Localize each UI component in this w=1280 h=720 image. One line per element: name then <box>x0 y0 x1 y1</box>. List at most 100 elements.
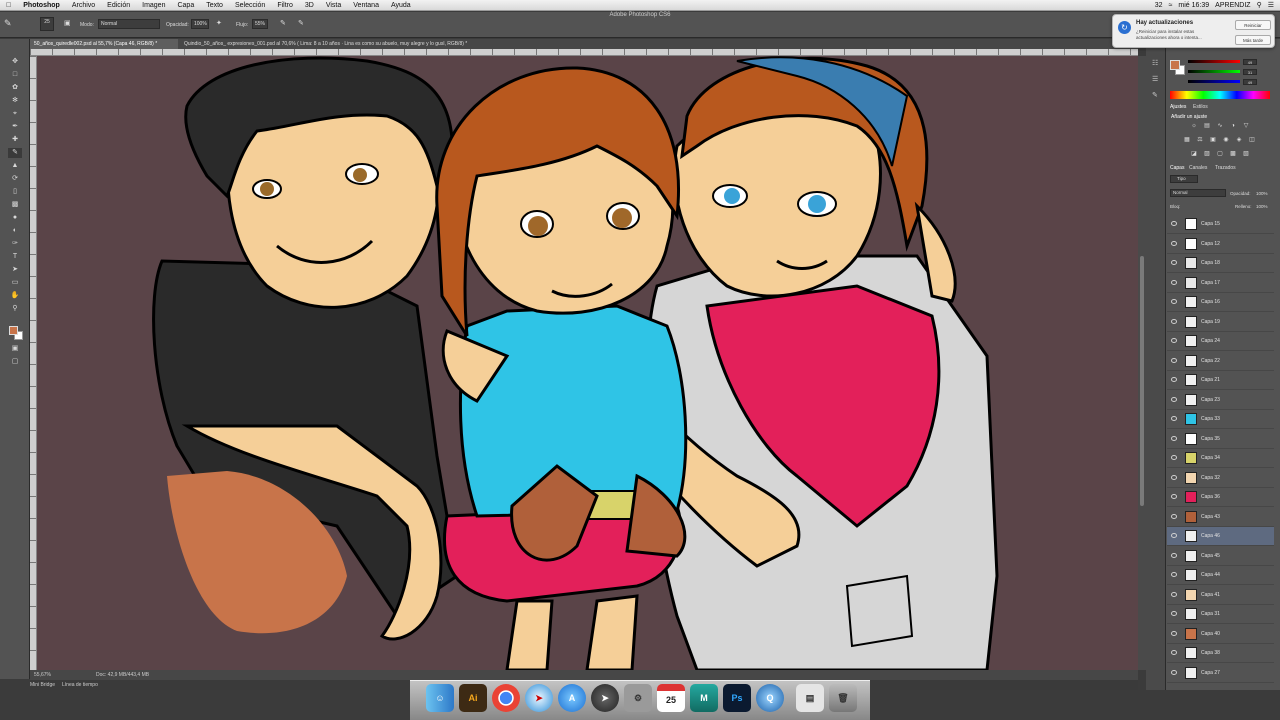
quicktime-icon[interactable]: Q <box>756 684 784 712</box>
doc-tab-2[interactable]: Quindio_50_años_ expresiones_001.psd al … <box>180 39 540 49</box>
layer-name[interactable]: Capa 16 <box>1201 299 1220 305</box>
eye-icon[interactable] <box>1171 630 1177 636</box>
tab-trazados[interactable]: Trazados <box>1215 165 1236 171</box>
gradient-tool-icon[interactable]: ▩ <box>8 200 22 210</box>
brightness-adjust-icon[interactable]: ☼ <box>1190 122 1198 130</box>
eye-icon[interactable] <box>1171 357 1177 363</box>
safari-icon[interactable]: ➤ <box>525 684 553 712</box>
layer-opacity-value[interactable]: 100% <box>1256 191 1268 196</box>
layer-row[interactable]: Capa 46 <box>1167 527 1274 546</box>
eye-icon[interactable] <box>1171 240 1177 246</box>
layer-filter-select[interactable]: Tipo <box>1170 175 1198 183</box>
mode-select[interactable]: Normal <box>98 19 160 29</box>
later-button[interactable]: Más tarde <box>1235 35 1271 45</box>
layer-name[interactable]: Capa 44 <box>1201 572 1220 578</box>
eye-icon[interactable] <box>1171 611 1177 616</box>
tab-capas[interactable]: Capas <box>1170 165 1184 171</box>
tab-canales[interactable]: Canales <box>1189 165 1207 171</box>
app-store-icon[interactable]: A <box>558 684 586 712</box>
brush-preset-picker[interactable]: 25 <box>40 17 54 31</box>
brush-panel-icon[interactable]: ▣ <box>64 19 74 29</box>
eye-icon[interactable] <box>1171 650 1177 655</box>
layer-name[interactable]: Capa 36 <box>1201 494 1220 500</box>
eye-icon[interactable] <box>1171 591 1177 597</box>
eye-icon[interactable] <box>1171 396 1177 402</box>
tab-timeline[interactable]: Línea de tiempo <box>62 682 98 688</box>
exposure-adjust-icon[interactable]: ◑ <box>1229 122 1237 130</box>
healing-tool-icon[interactable]: ✚ <box>8 135 22 145</box>
eye-icon[interactable] <box>1171 494 1177 499</box>
layer-row[interactable]: Capa 21 <box>1167 371 1274 390</box>
invert-adjust-icon[interactable]: ◪ <box>1190 150 1198 158</box>
layer-name[interactable]: Capa 17 <box>1201 280 1220 286</box>
airbrush-icon[interactable]: ✎ <box>280 19 290 29</box>
pressure-opacity-icon[interactable]: ✦ <box>216 19 226 29</box>
brush-tool-icon[interactable]: ✎ <box>4 18 16 30</box>
eye-icon[interactable] <box>1171 572 1177 577</box>
trash-icon[interactable]: 🗑 <box>829 684 857 712</box>
layer-name[interactable]: Capa 21 <box>1201 377 1220 383</box>
layer-row[interactable]: Capa 38 <box>1167 644 1274 663</box>
calendar-icon[interactable]: 25 <box>657 684 685 712</box>
launchpad-icon[interactable]: ➤ <box>591 684 619 712</box>
channel-mixer-adjust-icon[interactable]: ◈ <box>1235 136 1243 144</box>
layer-name[interactable]: Capa 22 <box>1201 358 1220 364</box>
bw-adjust-icon[interactable]: ▣ <box>1209 136 1217 144</box>
layer-name[interactable]: Capa 12 <box>1201 241 1220 247</box>
eye-icon[interactable] <box>1171 474 1177 480</box>
menu-filtro[interactable]: Filtro <box>271 2 299 9</box>
layer-row[interactable]: Capa 31 <box>1167 605 1274 624</box>
clock[interactable]: mié 16:39 <box>1178 2 1209 9</box>
type-tool-icon[interactable]: T <box>8 252 22 262</box>
crop-tool-icon[interactable]: ⌖ <box>8 109 22 119</box>
search-icon[interactable]: ⚲ <box>1257 1 1262 9</box>
layer-row[interactable]: Capa 18 <box>1167 254 1274 273</box>
history-panel-icon[interactable]: ☷ <box>1152 59 1160 67</box>
hand-tool-icon[interactable]: ✋ <box>8 291 22 301</box>
photoshop-icon[interactable]: Ps <box>723 684 751 712</box>
layer-row[interactable]: Capa 24 <box>1167 332 1274 351</box>
blur-tool-icon[interactable]: ● <box>8 213 22 223</box>
path-select-tool-icon[interactable]: ➤ <box>8 265 22 275</box>
layer-name[interactable]: Capa 33 <box>1201 416 1220 422</box>
layer-name[interactable]: Capa 24 <box>1201 338 1220 344</box>
preview-icon[interactable]: ▤ <box>796 684 824 712</box>
eye-icon[interactable] <box>1171 552 1177 558</box>
wifi-icon[interactable]: ≈ <box>1169 2 1173 9</box>
brush-presets-panel-icon[interactable]: ✎ <box>1152 91 1160 99</box>
layer-row[interactable]: Capa 34 <box>1167 449 1274 468</box>
opacity-input[interactable]: 100% <box>191 19 209 29</box>
layer-name[interactable]: Capa 35 <box>1201 436 1220 442</box>
layer-row[interactable]: Capa 12 <box>1167 235 1274 254</box>
menu-vista[interactable]: Vista <box>320 2 347 9</box>
layer-name[interactable]: Capa 38 <box>1201 650 1220 656</box>
menu-seleccion[interactable]: Selección <box>229 2 271 9</box>
document-canvas[interactable] <box>37 56 1138 670</box>
layer-name[interactable]: Capa 31 <box>1201 611 1220 617</box>
layer-name[interactable]: Capa 18 <box>1201 260 1220 266</box>
blue-slider[interactable] <box>1188 80 1240 83</box>
layer-row[interactable]: Capa 16 <box>1167 293 1274 312</box>
color-panel-foreground[interactable] <box>1170 60 1180 70</box>
brush-tool-icon[interactable]: ✎ <box>8 148 22 158</box>
apple-icon[interactable]:  <box>0 2 17 9</box>
red-slider[interactable] <box>1188 60 1240 63</box>
eye-icon[interactable] <box>1171 377 1177 382</box>
layer-row[interactable]: Capa 44 <box>1167 566 1274 585</box>
menu-texto[interactable]: Texto <box>200 2 229 9</box>
layer-row[interactable]: Capa 41 <box>1167 586 1274 605</box>
eye-icon[interactable] <box>1171 455 1177 460</box>
eye-icon[interactable] <box>1171 260 1177 265</box>
menu-3d[interactable]: 3D <box>299 2 320 9</box>
quick-select-tool-icon[interactable]: ✻ <box>8 96 22 106</box>
layer-row[interactable]: Capa 32 <box>1167 469 1274 488</box>
layer-row[interactable]: Capa 23 <box>1167 391 1274 410</box>
layer-name[interactable]: Capa 40 <box>1201 631 1220 637</box>
color-ramp[interactable] <box>1170 91 1270 99</box>
menu-app-name[interactable]: Photoshop <box>17 2 66 9</box>
pressure-size-icon[interactable]: ✎ <box>298 19 308 29</box>
canvas-scrollbar[interactable] <box>1138 56 1146 670</box>
layer-row[interactable]: Capa 33 <box>1167 410 1274 429</box>
levels-adjust-icon[interactable]: ▤ <box>1203 122 1211 130</box>
eye-icon[interactable] <box>1171 318 1177 324</box>
